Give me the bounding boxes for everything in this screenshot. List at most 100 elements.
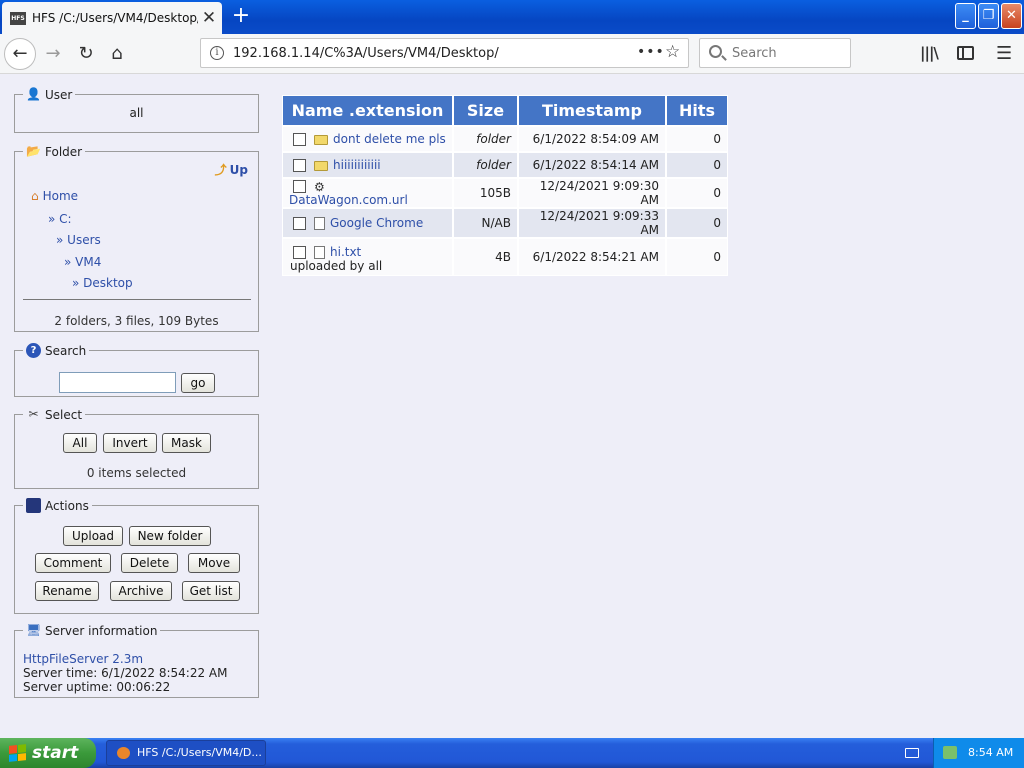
home-button[interactable]: ⌂ bbox=[101, 38, 133, 70]
browser-tab[interactable]: HFS HFS /C:/Users/VM4/Desktop/ ✕ bbox=[2, 2, 222, 34]
search-icon bbox=[709, 45, 722, 58]
table-row: dont delete me pls folder 6/1/2022 8:54:… bbox=[282, 126, 728, 152]
comment-button[interactable]: Comment bbox=[35, 553, 111, 573]
firefox-icon bbox=[117, 747, 130, 759]
site-info-icon[interactable]: i bbox=[210, 46, 224, 60]
size-cell: 4B bbox=[453, 238, 518, 276]
page-actions-icon[interactable]: ••• bbox=[637, 44, 665, 60]
maximize-button[interactable]: ❐ bbox=[978, 3, 999, 29]
search-placeholder: Search bbox=[732, 46, 777, 61]
floppy-disk-icon bbox=[26, 498, 41, 513]
search-bar[interactable]: Search bbox=[699, 38, 851, 68]
file-search-input[interactable] bbox=[59, 372, 176, 393]
reload-button[interactable]: ↻ bbox=[70, 38, 102, 70]
select-legend: ✂ Select bbox=[23, 407, 85, 422]
hits-cell: 0 bbox=[666, 238, 728, 276]
network-icon[interactable] bbox=[943, 746, 957, 759]
timestamp-cell: 12/24/2021 9:09:30 AM bbox=[518, 178, 666, 208]
folder-icon bbox=[314, 134, 328, 145]
arrow-left-icon: ← bbox=[12, 43, 28, 64]
row-checkbox[interactable] bbox=[293, 133, 306, 146]
timestamp-cell: 12/24/2021 9:09:33 AM bbox=[518, 208, 666, 238]
new-tab-button[interactable]: + bbox=[228, 3, 254, 29]
folder-stats: 2 folders, 3 files, 109 Bytes bbox=[54, 314, 219, 328]
navigation-toolbar: ← → ↻ ⌂ i 192.168.1.14/C%3A/Users/VM4/De… bbox=[0, 34, 1024, 74]
breadcrumb-users[interactable]: » Users bbox=[56, 233, 101, 247]
select-all-button[interactable]: All bbox=[63, 433, 97, 453]
mask-button[interactable]: Mask bbox=[162, 433, 211, 453]
column-header-name[interactable]: Name .extension bbox=[282, 95, 453, 126]
file-icon bbox=[314, 217, 325, 230]
hfs-page: 👤 User all 📂 Folder ⤴ Up ⌂ Home » C: » Use… bbox=[0, 75, 1024, 737]
breadcrumb-vm4[interactable]: » VM4 bbox=[64, 255, 101, 269]
row-checkbox[interactable] bbox=[293, 245, 306, 259]
user-legend: 👤 User bbox=[23, 87, 75, 102]
file-link[interactable]: hiiiiiiiiiiii bbox=[333, 158, 381, 172]
hfs-version-link[interactable]: HttpFileServer 2.3m bbox=[23, 652, 143, 666]
move-button[interactable]: Move bbox=[188, 553, 240, 573]
row-checkbox[interactable] bbox=[293, 217, 306, 230]
table-row: ⚙DataWagon.com.url 105B 12/24/2021 9:09:… bbox=[282, 178, 728, 208]
start-button[interactable]: start bbox=[0, 738, 96, 768]
name-cell: hi.txt uploaded by all bbox=[282, 238, 453, 276]
invert-selection-button[interactable]: Invert bbox=[103, 433, 157, 453]
search-go-button[interactable]: go bbox=[181, 373, 215, 393]
table-header-row: Name .extension Size Timestamp Hits bbox=[282, 95, 728, 126]
back-button[interactable]: ← bbox=[4, 38, 36, 70]
browser-title-bar: HFS HFS /C:/Users/VM4/Desktop/ ✕ + _ ❐ ✕ bbox=[0, 0, 1024, 34]
row-checkbox[interactable] bbox=[293, 180, 306, 193]
name-cell: hiiiiiiiiiiii bbox=[282, 152, 453, 178]
upload-button[interactable]: Upload bbox=[63, 526, 123, 546]
file-link[interactable]: DataWagon.com.url bbox=[289, 193, 408, 207]
file-link[interactable]: hi.txt bbox=[330, 245, 361, 259]
size-cell: 105B bbox=[453, 178, 518, 208]
breadcrumb-desktop[interactable]: » Desktop bbox=[72, 276, 133, 290]
user-legend-text: User bbox=[45, 87, 73, 102]
rename-button[interactable]: Rename bbox=[35, 581, 99, 601]
hits-cell: 0 bbox=[666, 152, 728, 178]
table-row: hiiiiiiiiiiii folder 6/1/2022 8:54:14 AM… bbox=[282, 152, 728, 178]
system-tray: 8:54 AM bbox=[933, 738, 1024, 768]
url-text[interactable]: 192.168.1.14/C%3A/Users/VM4/Desktop/ bbox=[233, 46, 499, 61]
close-window-button[interactable]: ✕ bbox=[1001, 3, 1022, 29]
actions-legend: Actions bbox=[23, 498, 92, 513]
get-list-button[interactable]: Get list bbox=[182, 581, 240, 601]
hamburger-menu-icon[interactable]: ☰ bbox=[996, 43, 1012, 64]
column-header-hits[interactable]: Hits bbox=[666, 95, 728, 126]
close-tab-icon[interactable]: ✕ bbox=[198, 8, 220, 28]
delete-button[interactable]: Delete bbox=[121, 553, 178, 573]
link-icon: ⚙ bbox=[314, 179, 325, 194]
minimize-button[interactable]: _ bbox=[955, 3, 976, 29]
server-legend: 🖥 Server information bbox=[23, 623, 160, 638]
clock[interactable]: 8:54 AM bbox=[968, 738, 1013, 768]
breadcrumb-c[interactable]: » C: bbox=[48, 212, 72, 226]
size-value: folder bbox=[476, 158, 511, 172]
search-legend-text: Search bbox=[45, 343, 87, 358]
forward-button[interactable]: → bbox=[37, 38, 69, 70]
file-link[interactable]: Google Chrome bbox=[330, 216, 423, 230]
file-list-table: Name .extension Size Timestamp Hits dont… bbox=[282, 95, 728, 276]
column-header-timestamp[interactable]: Timestamp bbox=[518, 95, 666, 126]
up-label: Up bbox=[229, 163, 248, 177]
keyboard-icon[interactable] bbox=[905, 748, 919, 758]
selection-count: 0 items selected bbox=[86, 466, 187, 480]
up-arrow-icon: ⤴ bbox=[214, 163, 227, 177]
sidebar-toggle-icon[interactable] bbox=[957, 46, 974, 60]
new-folder-button[interactable]: New folder bbox=[129, 526, 211, 546]
library-icon[interactable]: |||\ bbox=[920, 44, 939, 62]
breadcrumb-home[interactable]: ⌂ Home bbox=[31, 189, 78, 203]
folder-open-icon: 📂 bbox=[26, 144, 41, 158]
bookmark-star-icon[interactable]: ☆ bbox=[665, 42, 680, 62]
up-folder-link[interactable]: ⤴ Up bbox=[215, 161, 248, 178]
address-bar[interactable]: i 192.168.1.14/C%3A/Users/VM4/Desktop/ •… bbox=[200, 38, 689, 68]
column-header-size[interactable]: Size bbox=[453, 95, 518, 126]
archive-button[interactable]: Archive bbox=[110, 581, 172, 601]
taskbar-window-button[interactable]: HFS /C:/Users/VM4/D... bbox=[106, 740, 266, 766]
start-label: start bbox=[32, 743, 79, 763]
user-name: all bbox=[129, 106, 144, 120]
row-checkbox[interactable] bbox=[293, 159, 306, 172]
divider bbox=[23, 299, 251, 300]
hfs-favicon-icon: HFS bbox=[10, 11, 26, 25]
file-link[interactable]: dont delete me pls bbox=[333, 132, 446, 146]
search-help-icon: ? bbox=[26, 343, 41, 358]
